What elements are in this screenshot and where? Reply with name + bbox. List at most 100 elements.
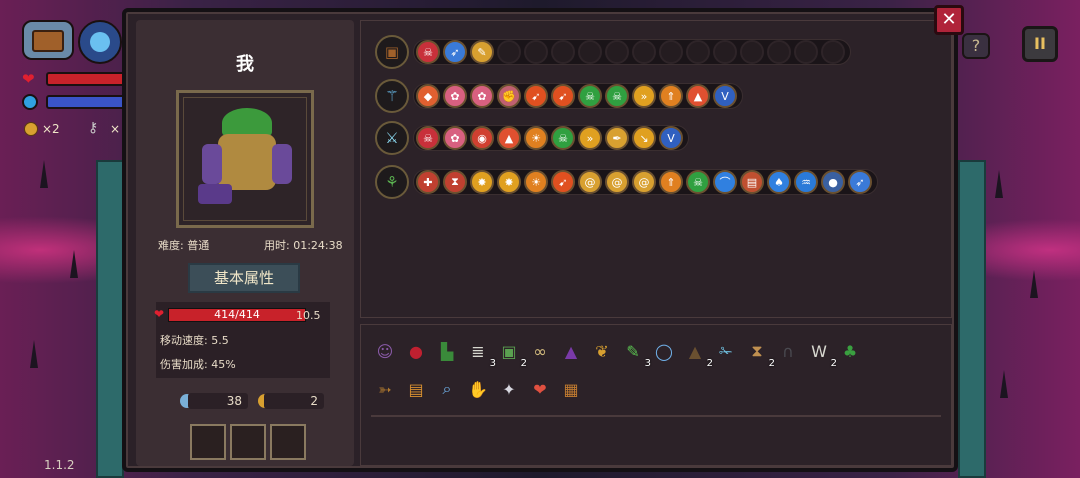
carrot-icon[interactable]: ➹ [551,84,575,108]
empty-upgrade-slot [686,40,710,64]
heart-icon: ❤ [154,307,165,321]
wing-blue-icon[interactable]: V [713,84,737,108]
empty-upgrade-slot [713,40,737,64]
inventory-button[interactable] [22,20,74,60]
skull-green-icon[interactable]: ☠ [578,84,602,108]
stats-box: ❤ 414/414 10.5 移动速度: 5.5 伤害加成: 45% [154,302,330,378]
arrow-bow-icon[interactable]: ➳ [371,375,399,403]
equipment-slot[interactable] [230,424,266,460]
tombstone-icon[interactable]: ∩ [774,337,802,365]
empty-upgrade-slot [497,40,521,64]
damage-bonus-label: 伤害加成: 45% [160,358,236,371]
wrench-icon[interactable]: ✁ [712,337,740,365]
arrow-blue-icon[interactable]: ➶ [848,170,872,194]
pause-button[interactable]: II [1022,26,1058,62]
coin-count: 2 [264,393,324,409]
tri-icon[interactable]: ▲ [497,126,521,150]
help-button[interactable]: ? [962,33,990,59]
scroll-icon[interactable]: ▤ [402,375,430,403]
weapon-slot-button[interactable] [78,20,122,64]
sun-icon[interactable]: ☀ [524,170,548,194]
mirror-icon[interactable]: ◯ [650,337,678,365]
jellyfish-icon[interactable]: ♒ [794,170,818,194]
clover-icon[interactable]: ♣ [836,337,864,365]
chevrons-icon[interactable]: » [578,126,602,150]
crystal-shard-icon[interactable]: ✦ [495,375,523,403]
carrot-icon[interactable]: ➹ [551,170,575,194]
fist-icon[interactable]: ✊ [497,84,521,108]
chest-icon[interactable]: ▣ [375,35,409,69]
flower-icon[interactable]: ✿ [443,126,467,150]
empty-upgrade-slot [578,40,602,64]
swirl-icon[interactable]: @ [578,170,602,194]
wizard-hat-icon[interactable]: ▲ [557,337,585,365]
empty-upgrade-slot [821,40,845,64]
time-label: 用时: 01:24:38 [264,239,343,252]
witch-face-icon[interactable]: ☺ [371,337,399,365]
character-body [218,134,276,190]
hp-bar: 414/414 [168,308,306,322]
sun-icon[interactable]: ☀ [524,126,548,150]
tri-icon[interactable]: ▲ [686,84,710,108]
arrows-up-icon[interactable]: ⇑ [659,84,683,108]
burst-icon[interactable]: ✸ [497,170,521,194]
bolt-icon[interactable]: ↘ [632,126,656,150]
swirl-icon[interactable]: @ [632,170,656,194]
blue-glove-icon[interactable]: ✋ [464,375,492,403]
ribcage-icon[interactable]: ≣ 3 [464,337,496,370]
key-count: 38 [188,393,248,409]
glasses-icon[interactable]: ∞ [526,337,554,365]
gem-icon[interactable]: ◆ [416,84,440,108]
close-button[interactable]: ✕ [934,5,964,35]
move-speed-label: 移动速度: 5.5 [160,334,229,347]
flower-icon[interactable]: ✿ [470,84,494,108]
carrot-icon[interactable]: ➹ [524,84,548,108]
skull-green-icon[interactable]: ☠ [686,170,710,194]
hp-value: 414/414 [214,308,260,321]
cape-icon[interactable]: ▲ 2 [681,337,713,370]
heart-icon[interactable]: ❤ [526,375,554,403]
sword-icon[interactable]: ⚔ [375,121,409,155]
wand-icon[interactable]: ⚘ [375,165,409,199]
swirl-icon[interactable]: @ [605,170,629,194]
character-name: 我 [236,54,254,75]
green-boot-icon[interactable]: ▙ [433,337,461,365]
magnifier-icon[interactable]: ⌕ [433,375,461,403]
weapon-row-chest: ▣ ☠ ➶ ✎ [375,35,851,69]
syringe-icon[interactable]: ✎ 3 [619,337,651,370]
wing-blue-icon[interactable]: V [659,126,683,150]
mushroom-icon[interactable]: ♠ [767,170,791,194]
arrows-up-icon[interactable]: ⇑ [659,170,683,194]
attributes-tab[interactable]: 基本属性 [188,263,300,293]
upgrade-track: ✚ ⧗ ✸ ✸ ☀ ➹ @ @ @ ⇑ ☠ ⌒ ▤ ♠ ♒ ● ➶ [413,169,878,195]
hud-coin-count: ×2 [42,122,60,136]
equipment-slot[interactable] [190,424,226,460]
burst-icon[interactable]: ✸ [470,170,494,194]
item-row: ➳ ▤ ⌕ ✋ ✦ ❤ ▦ [371,375,588,403]
hook-icon[interactable]: ⌒ [713,170,737,194]
cross-icon[interactable]: ✚ [416,170,440,194]
hourglass-icon[interactable]: ⧗ 2 [743,337,775,369]
green-cube-icon[interactable]: ▣ 2 [495,337,527,370]
staff-icon[interactable]: ⚚ [375,79,409,113]
bracer-icon[interactable]: ▦ [557,375,585,403]
skull-red-icon[interactable]: ☠ [416,126,440,150]
skull-green-icon[interactable]: ☠ [551,126,575,150]
empty-upgrade-slot [794,40,818,64]
feather-gold-icon[interactable]: ✎ [470,40,494,64]
character-portrait [176,90,314,228]
skull-green-icon[interactable]: ☠ [605,84,629,108]
feather-icon[interactable]: ✒ [605,126,629,150]
gold-wings-icon[interactable]: ❦ [588,337,616,365]
flower-icon[interactable]: ✿ [443,84,467,108]
orb-icon[interactable]: ● [821,170,845,194]
equipment-slot[interactable] [270,424,306,460]
chevrons-icon[interactable]: » [632,84,656,108]
skull-red-icon[interactable]: ☠ [416,40,440,64]
arrow-blue-icon[interactable]: ➶ [443,40,467,64]
pill-icon[interactable]: ◉ [470,126,494,150]
red-egg-icon[interactable]: ● [402,337,430,365]
jar-icon[interactable]: ▤ [740,170,764,194]
hourglass-icon[interactable]: ⧗ [443,170,467,194]
fangs-icon[interactable]: W2 [805,337,837,370]
